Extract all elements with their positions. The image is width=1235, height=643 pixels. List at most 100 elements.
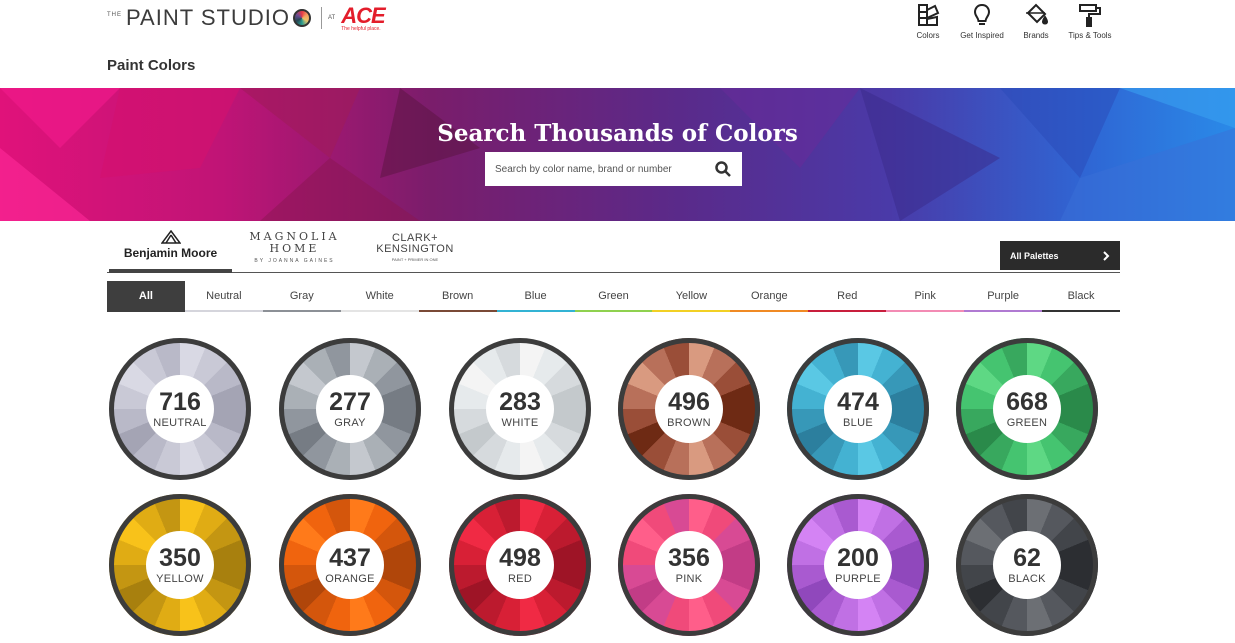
tab-all[interactable]: All [107,281,185,312]
lightbulb-icon [973,3,991,25]
logo-the: THE [107,12,122,18]
paint-bucket-icon [1026,3,1049,25]
ace-logo: ACE The helpful place. [341,2,385,32]
tab-green[interactable]: Green [574,281,653,312]
tab-orange[interactable]: Orange [730,281,809,312]
wheel-center: 277 GRAY [316,375,384,443]
wheel-center: 668 GREEN [993,375,1061,443]
wheel-label: GREEN [1006,416,1048,429]
tab-neutral[interactable]: Neutral [184,281,263,312]
wheel-center: 437 ORANGE [316,531,384,599]
tab-white[interactable]: White [340,281,419,312]
wheel-count: 200 [837,543,879,572]
color-wheel-white[interactable]: 283 WHITE [449,338,591,480]
wheel-count: 496 [668,387,710,416]
brand-magnolia-home[interactable]: MAGNOLIA HOME BY JOANNA GAINES [242,221,347,273]
color-wheel-pink[interactable]: 356 PINK [618,494,760,636]
wheel-center: 62 BLACK [993,531,1061,599]
color-search-input[interactable] [485,152,704,186]
wheel-count: 356 [668,543,710,572]
color-wheel-yellow[interactable]: 350 YELLOW [109,494,251,636]
wheel-center: 496 BROWN [655,375,723,443]
logo-at: AT [320,7,335,29]
tab-red[interactable]: Red [808,281,887,312]
wheel-center: 356 PINK [655,531,723,599]
search-icon [715,161,731,177]
wheel-count: 668 [1006,387,1048,416]
color-wheel-neutral[interactable]: 716 NEUTRAL [109,338,251,480]
nav-get-inspired[interactable]: Get Inspired [955,2,1009,40]
wheel-center: 200 PURPLE [824,531,892,599]
wheel-label: BLUE [843,416,873,429]
swatch-icon [918,4,940,26]
wheel-count: 437 [329,543,371,572]
chevron-right-icon [1103,250,1110,261]
search-button[interactable] [704,152,742,186]
color-wheel-gray[interactable]: 277 GRAY [279,338,421,480]
color-wheel-icon [292,9,311,27]
nav-tips-tools-label: Tips & Tools [1068,31,1112,40]
magnolia-line2: HOME [269,241,320,255]
logo-wordmark: PAINT STUDIO [126,5,290,30]
brand-selector: Benjamin Moore MAGNOLIA HOME BY JOANNA G… [107,221,1120,273]
wheel-count: 716 [159,387,201,416]
tab-black[interactable]: Black [1042,281,1120,312]
benjamin-moore-logo-icon [160,230,181,244]
color-search-box [485,152,742,186]
wheel-count: 350 [159,543,201,572]
all-palettes-button[interactable]: All Palettes [1000,241,1120,270]
top-nav: Colors Get Inspired Brands Tips & Tools [901,2,1117,40]
wheel-label: BROWN [667,416,711,429]
nav-brands[interactable]: Brands [1009,2,1063,40]
search-banner: Search Thousands of Colors [0,88,1235,221]
wheel-center: 498 RED [486,531,554,599]
brand-benjamin-moore[interactable]: Benjamin Moore [109,221,232,273]
paint-studio-logo[interactable]: THE PAINT STUDIO AT ACE The helpful plac… [107,2,386,32]
wheel-center: 716 NEUTRAL [146,375,214,443]
clark-line1: CLARK+ [391,231,439,244]
color-wheel-orange[interactable]: 437 ORANGE [279,494,421,636]
wheel-count: 283 [499,387,541,416]
wheel-count: 474 [837,387,879,416]
wheel-label: PINK [675,572,703,585]
color-wheel-purple[interactable]: 200 PURPLE [787,494,929,636]
wheel-label: NEUTRAL [153,416,207,429]
nav-tips-tools[interactable]: Tips & Tools [1063,2,1117,40]
wheel-count: 62 [1013,543,1041,572]
wheel-center: 350 YELLOW [146,531,214,599]
site-header: THE PAINT STUDIO AT ACE The helpful plac… [0,0,1235,88]
tab-yellow[interactable]: Yellow [652,281,731,312]
wheel-label: GRAY [334,416,366,429]
color-wheel-green[interactable]: 668 GREEN [956,338,1098,480]
all-palettes-label: All Palettes [1010,250,1059,261]
tab-blue[interactable]: Blue [496,281,575,312]
wheel-label: RED [507,572,533,585]
wheel-label: BLACK [1008,572,1046,585]
banner-title: Search Thousands of Colors [437,120,798,147]
color-wheel-blue[interactable]: 474 BLUE [787,338,929,480]
magnolia-line3: BY JOANNA GAINES [254,257,335,264]
nav-colors[interactable]: Colors [901,2,955,40]
color-wheel-brown[interactable]: 496 BROWN [618,338,760,480]
color-family-tabs: All Neutral Gray White Brown Blue Green Yellow O… [107,281,1120,312]
wheel-label: ORANGE [325,572,375,585]
paint-roller-icon [1079,4,1101,27]
brand-clark-kensington[interactable]: CLARK+ KENSINGTON PAINT + PRIMER IN ONE [365,221,465,273]
ace-wordmark: ACE [341,2,385,28]
nav-colors-label: Colors [916,31,940,40]
color-wheel-black[interactable]: 62 BLACK [956,494,1098,636]
wheel-count: 277 [329,387,371,416]
tab-pink[interactable]: Pink [886,281,965,312]
tab-purple[interactable]: Purple [964,281,1043,312]
wheel-label: PURPLE [835,572,881,585]
magnolia-line1: MAGNOLIA [249,229,340,243]
tab-brown[interactable]: Brown [418,281,497,312]
wheel-label: WHITE [501,416,539,429]
wheel-center: 474 BLUE [824,375,892,443]
page-title: Paint Colors [107,57,196,74]
clark-line2: KENSINGTON [376,242,454,255]
wheel-center: 283 WHITE [486,375,554,443]
color-wheel-red[interactable]: 498 RED [449,494,591,636]
tab-gray[interactable]: Gray [262,281,341,312]
brand-benjamin-moore-label: Benjamin Moore [123,246,218,260]
